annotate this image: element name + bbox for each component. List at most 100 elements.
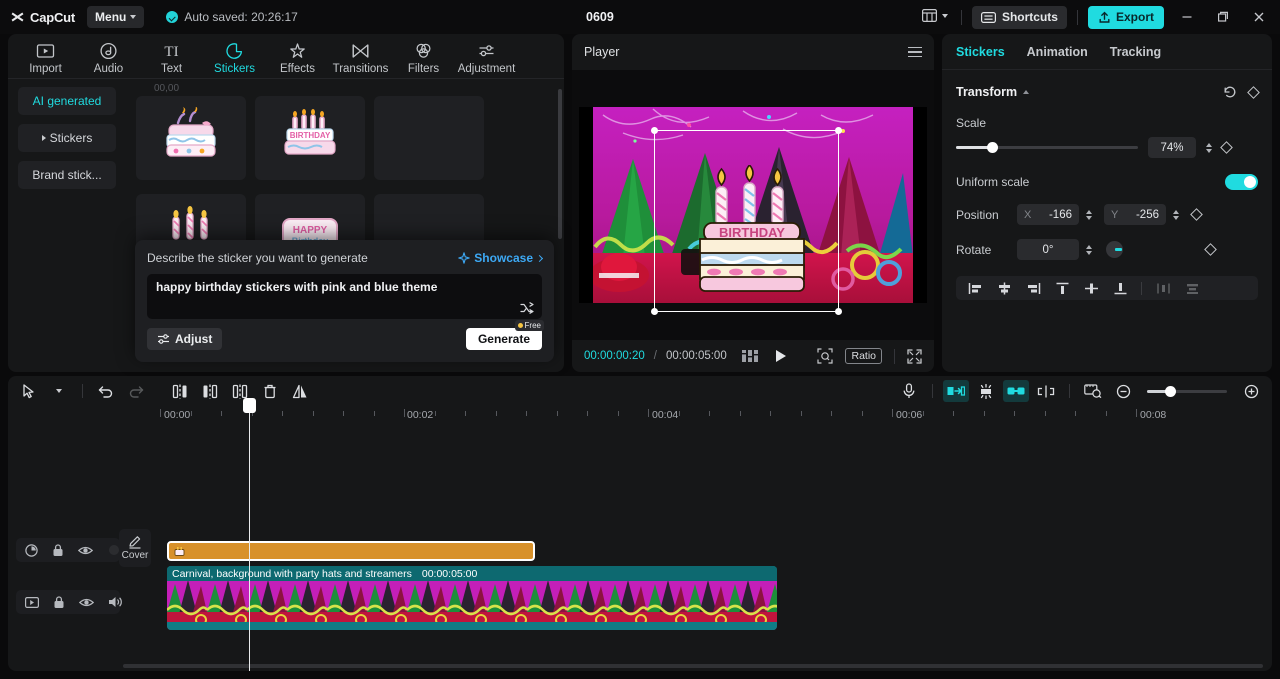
resize-handle-bottom-left[interactable] (651, 308, 658, 315)
position-x-input[interactable]: X -166 (1017, 204, 1079, 225)
link-clips-icon[interactable] (1003, 380, 1029, 402)
sticker-thumbnail[interactable]: BIRTHDAY (255, 96, 365, 180)
rotate-stepper[interactable] (1086, 245, 1092, 255)
chevron-up-icon[interactable] (1023, 90, 1029, 94)
sticker-clip[interactable] (167, 541, 535, 561)
split-icon[interactable] (167, 380, 193, 402)
tab-stickers[interactable]: Stickers (956, 45, 1005, 59)
panel-scrollbar[interactable] (558, 89, 562, 239)
rotate-dial[interactable] (1106, 241, 1123, 258)
layout-switcher[interactable] (922, 9, 948, 22)
keyframe-toggle-scale[interactable] (1220, 141, 1233, 154)
position-y-stepper[interactable] (1173, 210, 1179, 220)
tool-tab-audio[interactable]: Audio (81, 38, 136, 75)
tool-tab-filters[interactable]: Filters (396, 38, 451, 75)
select-tool-icon[interactable] (16, 380, 42, 402)
lock-track-icon[interactable] (53, 596, 65, 609)
adjust-button[interactable]: Adjust (147, 328, 222, 350)
zoom-out-icon[interactable] (1110, 380, 1136, 402)
sticker-prompt-input[interactable]: happy birthday stickers with pink and bl… (147, 274, 542, 319)
uniform-scale-toggle[interactable] (1225, 174, 1258, 190)
scale-stepper[interactable] (1206, 143, 1212, 153)
timeline-ruler[interactable]: 00:00 00:02 00:04 00:06 00:08 (8, 406, 1272, 428)
distribute-vertical-icon[interactable] (1179, 278, 1205, 298)
keyframe-toggle-rotate[interactable] (1204, 243, 1217, 256)
category-ai-generated[interactable]: AI generated (18, 87, 116, 115)
video-clip[interactable]: Carnival, background with party hats and… (167, 566, 777, 630)
app-logo: CapCut (10, 10, 75, 25)
cover-button[interactable]: Cover (119, 529, 151, 567)
distribute-horizontal-icon[interactable] (1150, 278, 1176, 298)
shortcuts-button[interactable]: Shortcuts (972, 6, 1067, 29)
align-top-icon[interactable] (1049, 278, 1075, 298)
export-button[interactable]: Export (1088, 6, 1164, 29)
tool-tab-adjustment[interactable]: Adjustment (459, 38, 514, 75)
tool-tab-import[interactable]: Import (18, 38, 73, 75)
player-menu-icon[interactable] (908, 47, 922, 58)
scale-value-input[interactable]: 74% (1148, 137, 1196, 158)
minimize-button[interactable] (1174, 0, 1200, 34)
playhead[interactable] (249, 406, 250, 671)
record-voiceover-icon[interactable] (896, 380, 922, 402)
menu-button[interactable]: Menu (87, 6, 144, 28)
tool-tab-transitions[interactable]: Transitions (333, 38, 388, 75)
reset-icon[interactable] (1223, 85, 1237, 99)
playhead-handle[interactable] (243, 398, 256, 413)
lock-track-icon[interactable] (52, 544, 64, 557)
category-stickers[interactable]: Stickers (18, 124, 116, 152)
category-column: AI generated Stickers Brand stick... (8, 79, 124, 372)
close-button[interactable] (1246, 0, 1272, 34)
timeline-horizontal-scrollbar[interactable] (123, 664, 1263, 668)
tab-animation[interactable]: Animation (1027, 45, 1088, 59)
align-bottom-icon[interactable] (1107, 278, 1133, 298)
keyframe-list-icon[interactable] (742, 350, 759, 362)
timeline-zoom-slider[interactable] (1147, 390, 1227, 393)
resize-handle-top-right[interactable] (835, 127, 842, 134)
tool-tab-stickers[interactable]: Stickers (207, 38, 262, 75)
tool-tab-text[interactable]: TI Text (144, 38, 199, 75)
align-right-icon[interactable] (1020, 278, 1046, 298)
align-left-icon[interactable] (962, 278, 988, 298)
sticker-clip-icon (174, 546, 185, 557)
ratio-button[interactable]: Ratio (845, 348, 882, 364)
redo-icon[interactable] (123, 380, 149, 402)
align-center-vertical-icon[interactable] (1078, 278, 1104, 298)
zoom-fit-icon[interactable] (817, 348, 833, 364)
sticker-thumbnail[interactable] (136, 96, 246, 180)
zoom-in-icon[interactable] (1238, 380, 1264, 402)
tool-tab-effects[interactable]: Effects (270, 38, 325, 75)
align-center-horizontal-icon[interactable] (991, 278, 1017, 298)
sticker-selection-box[interactable] (654, 130, 839, 312)
position-y-input[interactable]: Y -256 (1104, 204, 1166, 225)
tab-tracking[interactable]: Tracking (1110, 45, 1161, 59)
mute-track-icon[interactable] (108, 596, 123, 608)
rotate-input[interactable]: 0° (1017, 239, 1079, 260)
hide-track-icon[interactable] (79, 597, 94, 608)
maximize-button[interactable] (1210, 0, 1236, 34)
play-button[interactable] (774, 349, 787, 363)
sticker-track-header (16, 538, 120, 562)
keyframe-toggle-position[interactable] (1190, 208, 1203, 221)
keyframe-toggle-transform[interactable] (1247, 86, 1260, 99)
thumbnail-preview-icon[interactable] (1080, 380, 1106, 402)
scale-slider[interactable] (956, 146, 1138, 149)
generate-button[interactable]: Generate (466, 328, 542, 350)
delete-icon[interactable] (257, 380, 283, 402)
mirror-icon[interactable] (287, 380, 313, 402)
auto-cut-icon[interactable] (973, 380, 999, 402)
player-stage: BIRTHDAY (572, 70, 934, 340)
position-x-stepper[interactable] (1086, 210, 1092, 220)
fullscreen-icon[interactable] (907, 349, 922, 364)
showcase-link[interactable]: Showcase (458, 251, 542, 265)
hide-track-icon[interactable] (78, 545, 93, 556)
preview-canvas[interactable]: BIRTHDAY (579, 107, 927, 303)
shuffle-icon[interactable] (520, 302, 534, 314)
auto-snap-icon[interactable] (943, 380, 969, 402)
split-playhead-icon[interactable] (1033, 380, 1059, 402)
resize-handle-top-left[interactable] (651, 127, 658, 134)
tool-dropdown-icon[interactable] (46, 380, 72, 402)
trim-start-icon[interactable] (197, 380, 223, 402)
undo-icon[interactable] (93, 380, 119, 402)
resize-handle-bottom-right[interactable] (835, 308, 842, 315)
category-brand-stickers[interactable]: Brand stick... (18, 161, 116, 189)
